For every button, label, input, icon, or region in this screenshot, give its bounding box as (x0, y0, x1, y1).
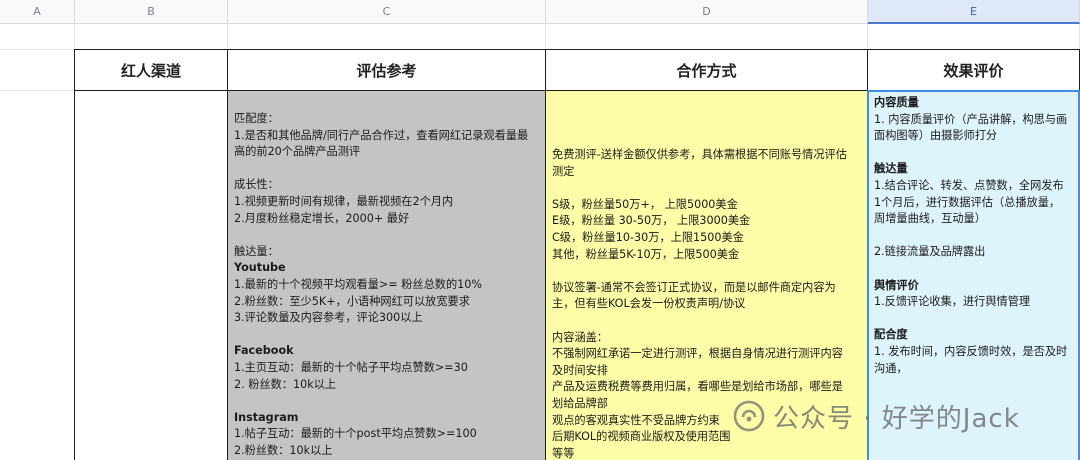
effect-line: 2.链接流量及品牌露出 (874, 245, 986, 259)
evaluation-line (234, 327, 539, 344)
header-hezuo-fangshi[interactable]: 合作方式 (546, 50, 868, 91)
evaluation-line: Youtube (234, 261, 286, 275)
watermark: 公众号 · 好学的Jack (733, 396, 1020, 436)
effect-line (874, 145, 1072, 162)
effect-line: 舆情评价 (874, 278, 919, 292)
evaluation-line: 匹配度： (234, 112, 279, 125)
column-header-d[interactable]: D (546, 0, 868, 24)
evaluation-line: 3.评论数量及内容参考，评论300以上 (234, 311, 423, 325)
effect-line (874, 228, 1072, 245)
cell-c4-evaluation[interactable]: 匹配度： 1.是否和其他品牌/同行产品合作过，查看网红记录观看量最 高的前20个品牌… (228, 91, 546, 460)
cooperation-line: 协议签署-通常不会签订正式协议，而是以邮件商定内容为 (552, 280, 836, 294)
effect-text: 内容质量 1. 内容质量评价（产品讲解，构思与画 面构图等）由摄影师打分 触达量 1.… (874, 95, 1072, 377)
cooperation-line: S级，粉丝量50万+， 上限5000美金 (552, 197, 738, 211)
effect-line (874, 311, 1072, 328)
effect-line (874, 261, 1072, 278)
header-hongren-qudao[interactable]: 红人渠道 (75, 50, 228, 91)
cooperation-line: 等等 (552, 446, 575, 460)
cooperation-line: 内容涵盖： (552, 330, 608, 344)
column-header-b[interactable]: B (75, 0, 228, 24)
evaluation-line (234, 393, 539, 410)
evaluation-line: 2.粉丝数：至少5K+，小语种网红可以放宽要求 (234, 294, 470, 308)
evaluation-text: 匹配度： 1.是否和其他品牌/同行产品合作过，查看网红记录观看量最 高的前20个品牌… (234, 111, 539, 459)
effect-line: 1. 发布时间，内容反馈时效，是否及时 (874, 344, 1068, 358)
cooperation-line (552, 263, 861, 280)
evaluation-line: 高的前20个品牌产品测评 (234, 145, 361, 159)
effect-line: 1.反馈评论收集，进行舆情管理 (874, 295, 1031, 309)
column-header-a[interactable]: A (0, 0, 75, 24)
cooperation-line: C级，粉丝量10-30万，上限1500美金 (552, 230, 744, 244)
cooperation-line: 产品及运费税费等费用归属，看哪些是划给市场部，哪些是 (552, 380, 843, 394)
cooperation-line: 不强制网红承诺一定进行测评，根据自身情况进行测评内容 (552, 347, 843, 361)
cell-b2[interactable] (75, 24, 228, 50)
cooperation-line: 主，但有些KOL会发一份权责声明/协议 (552, 297, 746, 311)
column-header-e[interactable]: E (868, 0, 1080, 24)
cell-a3[interactable] (0, 50, 75, 91)
effect-line: 面构图等）由摄影师打分 (874, 129, 998, 143)
evaluation-line: 1.主页互动：最新的十个帖子平均点赞数>=30 (234, 360, 468, 374)
effect-line: 1.结合评论、转发、点赞数，全网发布 (874, 178, 1064, 192)
evaluation-line: 2.粉丝数：10k以上 (234, 443, 333, 457)
cooperation-line: 其他，粉丝量5K-10万，上限500美金 (552, 247, 740, 261)
cooperation-line: 及时间安排 (552, 363, 608, 377)
evaluation-line: Instagram (234, 410, 299, 424)
effect-line: 沟通， (874, 361, 908, 375)
evaluation-line: 2.月度粉丝稳定增长，2000+ 最好 (234, 211, 410, 225)
cooperation-line (552, 313, 861, 330)
cooperation-line: E级，粉丝量 30-50万， 上限3000美金 (552, 214, 751, 228)
effect-line: 触达量 (874, 162, 908, 176)
wechat-official-account-icon (733, 400, 765, 432)
evaluation-line: 1.最新的十个视频平均观看量>= 粉丝总数的10% (234, 277, 483, 291)
header-pinggu-cankao[interactable]: 评估参考 (228, 50, 546, 91)
evaluation-line: Facebook (234, 344, 294, 358)
spreadsheet: A B C D E 红人渠道 评估参考 合作方式 效果评价 匹配度： 1.是否和其… (0, 0, 1080, 460)
cooperation-line (552, 180, 861, 197)
cell-e2[interactable] (868, 24, 1080, 50)
column-header-c[interactable]: C (228, 0, 546, 24)
evaluation-line (234, 227, 539, 244)
effect-line: 配合度 (874, 328, 908, 342)
header-xiaoguo-pingjia[interactable]: 效果评价 (868, 50, 1080, 91)
cell-d2[interactable] (546, 24, 868, 50)
cell-a2[interactable] (0, 24, 75, 50)
effect-line: 1个月后，进行数据评估（总播放量， (874, 195, 1061, 209)
evaluation-line: 触达量： (234, 244, 279, 258)
cell-b4[interactable] (75, 91, 228, 460)
evaluation-line (234, 161, 539, 178)
cooperation-line: 免费测评-送样金额仅供参考，具体需根据不同账号情况评估 (552, 148, 847, 161)
evaluation-line: 2. 粉丝数：10k以上 (234, 377, 337, 391)
effect-line: 周增量曲线，互动量） (874, 212, 986, 226)
cooperation-line: 测定 (552, 164, 575, 178)
evaluation-line: 1.是否和其他品牌/同行产品合作过，查看网红记录观看量最 (234, 128, 529, 142)
evaluation-line: 1.帖子互动：最新的十个post平均点赞数>=100 (234, 427, 477, 441)
evaluation-line: 1.视频更新时间有规律，最新视频在2个月内 (234, 194, 454, 208)
watermark-text: 公众号 · 好学的Jack (773, 403, 1020, 434)
evaluation-line: 成长性： (234, 178, 279, 192)
cell-c2[interactable] (228, 24, 546, 50)
effect-line: 1. 内容质量评价（产品讲解，构思与画 (874, 112, 1068, 126)
effect-line: 内容质量 (874, 96, 919, 109)
cell-a4[interactable] (0, 91, 75, 460)
